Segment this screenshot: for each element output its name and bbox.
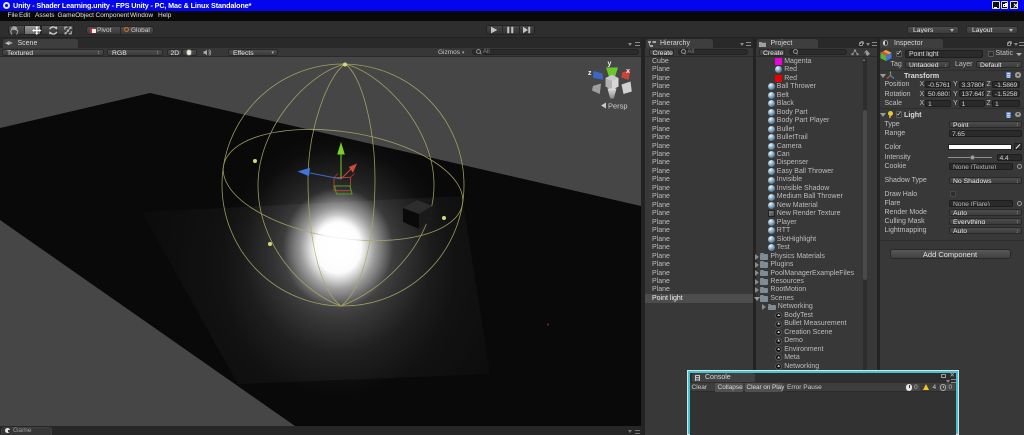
svg-text:z: z: [588, 70, 592, 77]
svg-text:Persp: Persp: [608, 102, 628, 111]
svg-text:x: x: [626, 68, 630, 75]
svg-text:y: y: [608, 61, 612, 68]
